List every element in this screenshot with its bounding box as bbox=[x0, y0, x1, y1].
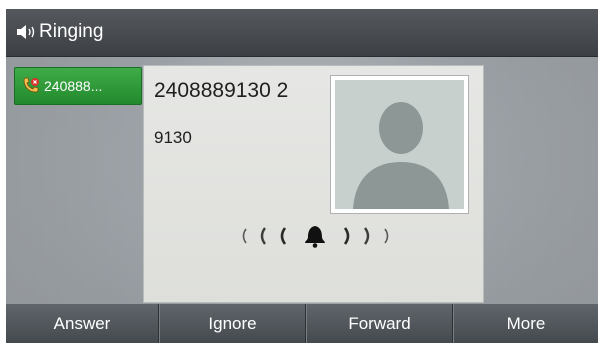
ignore-button[interactable]: Ignore bbox=[159, 304, 305, 343]
status-bar: Ringing bbox=[6, 9, 598, 57]
phone-screen: Ringing 240888... 2408889130 2 9130 Answ… bbox=[6, 9, 598, 343]
person-silhouette-icon bbox=[353, 102, 449, 209]
more-button[interactable]: More bbox=[453, 304, 598, 343]
call-info-card: 2408889130 2 9130 bbox=[143, 65, 484, 303]
caller-number: 2408889130 2 bbox=[154, 79, 289, 102]
answer-button[interactable]: Answer bbox=[6, 304, 158, 343]
ringing-bell-icon bbox=[242, 226, 389, 248]
contact-avatar bbox=[330, 75, 469, 214]
line-key-incoming-call[interactable]: 240888... bbox=[14, 67, 142, 105]
caller-extension: 9130 bbox=[154, 128, 192, 147]
incoming-call-icon bbox=[23, 77, 39, 93]
softkey-bar: Answer Ignore Forward More bbox=[6, 304, 598, 343]
line-key-label: 240888... bbox=[44, 78, 103, 94]
status-title: Ringing bbox=[39, 21, 104, 42]
forward-button[interactable]: Forward bbox=[306, 304, 452, 343]
speaker-icon bbox=[17, 25, 35, 39]
avatar-background bbox=[335, 80, 464, 209]
